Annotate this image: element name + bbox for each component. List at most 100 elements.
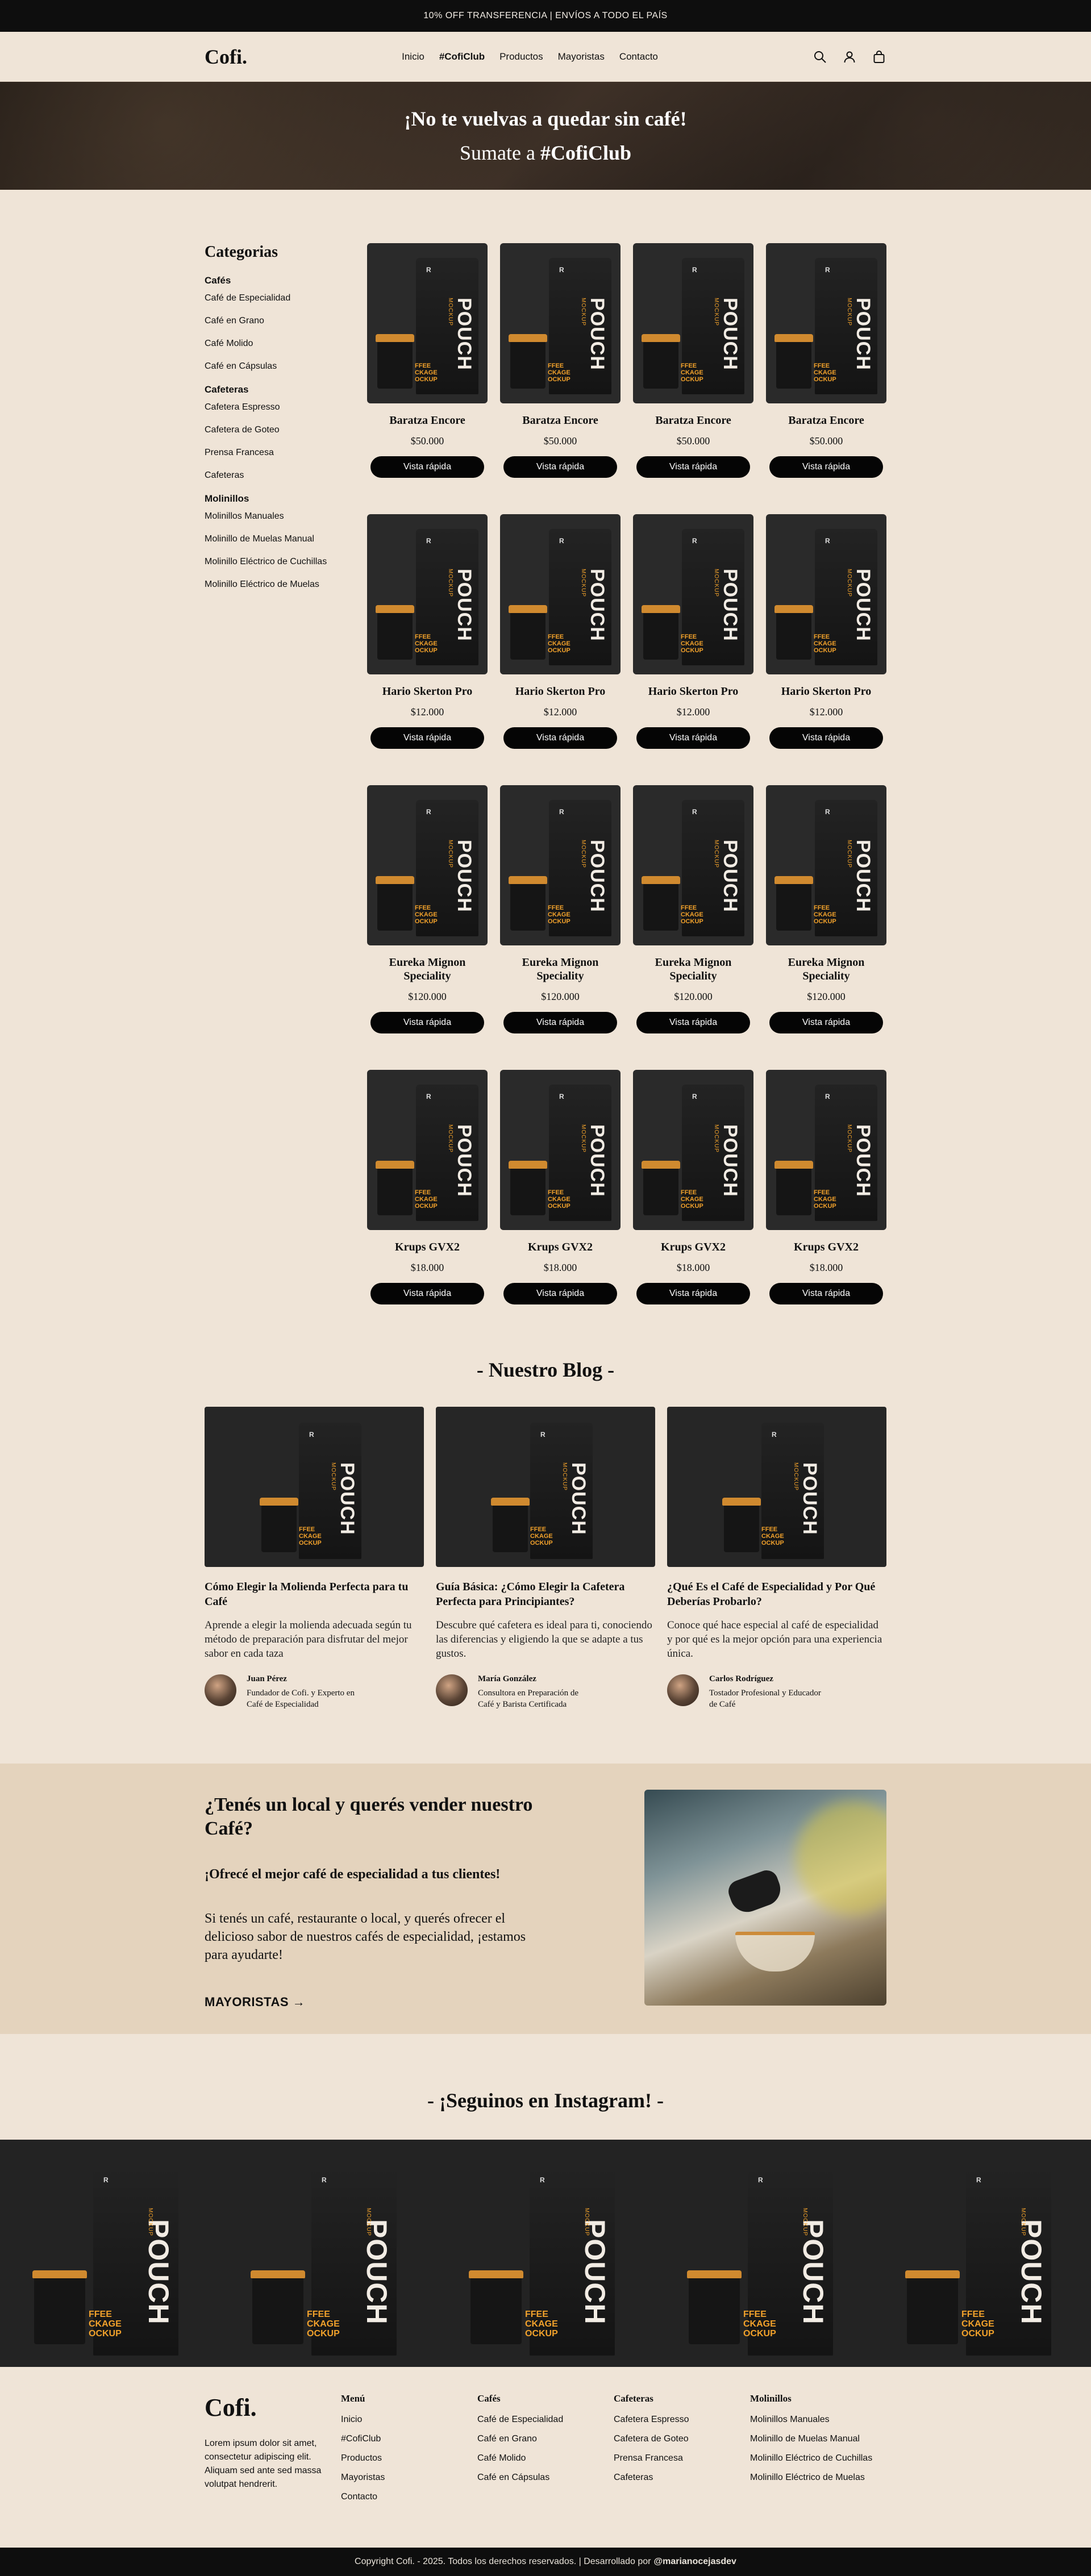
quick-view-button[interactable]: Vista rápida [503,727,617,749]
quick-view-button[interactable]: Vista rápida [370,727,484,749]
product-image[interactable]: R POUCH MOCKUP FFEE CKAGE OCKUP [500,514,621,674]
category-item[interactable]: Café de Especialidad [205,293,367,303]
product-name[interactable]: Krups GVX2 [661,1240,726,1254]
quick-view-button[interactable]: Vista rápida [636,727,750,749]
category-item[interactable]: Cafetera de Goteo [205,425,367,435]
search-icon[interactable] [813,49,827,64]
quick-view-button[interactable]: Vista rápida [636,1012,750,1033]
product-card[interactable]: R POUCH MOCKUP FFEE CKAGE OCKUP Eureka Migno… [633,785,753,1033]
quick-view-button[interactable]: Vista rápida [636,456,750,478]
footer-link[interactable]: Molinillo Eléctrico de Muelas [750,2473,886,2483]
product-name[interactable]: Krups GVX2 [395,1240,460,1254]
footer-link[interactable]: Molinillo Eléctrico de Cuchillas [750,2453,886,2464]
footer-link[interactable]: Cafetera de Goteo [614,2434,750,2444]
product-image[interactable]: R POUCH MOCKUP FFEE CKAGE OCKUP [766,514,886,674]
user-icon[interactable] [842,49,857,64]
category-item[interactable]: Cafeteras [205,470,367,481]
nav-item-inicio[interactable]: Inicio [402,51,424,62]
category-group-title[interactable]: Cafeteras [205,384,367,395]
brand-logo[interactable]: Cofi. [205,45,247,69]
product-name[interactable]: Hario Skerton Pro [648,685,739,698]
quick-view-button[interactable]: Vista rápida [503,1283,617,1304]
product-image[interactable]: R POUCH MOCKUP FFEE CKAGE OCKUP [766,785,886,945]
product-image[interactable]: R POUCH MOCKUP FFEE CKAGE OCKUP [633,785,753,945]
footer-link[interactable]: Café en Cápsulas [477,2473,614,2483]
product-name[interactable]: Eureka Mignon Speciality [367,956,488,983]
category-item[interactable]: Molinillo Eléctrico de Cuchillas [205,557,367,567]
blog-image[interactable]: R POUCH MOCKUP FFEE CKAGE OCKUP [205,1407,424,1567]
instagram-post[interactable]: R POUCH MOCKUP FFEE CKAGE OCKUP [218,2140,436,2367]
quick-view-button[interactable]: Vista rápida [370,1012,484,1033]
product-image[interactable]: R POUCH MOCKUP FFEE CKAGE OCKUP [500,1070,621,1230]
footer-link[interactable]: Productos [341,2453,477,2464]
blog-image[interactable]: R POUCH MOCKUP FFEE CKAGE OCKUP [436,1407,655,1567]
product-name[interactable]: Baratza Encore [655,414,731,427]
wholesale-link[interactable]: MAYORISTAS → [205,1995,305,2010]
product-image[interactable]: R POUCH MOCKUP FFEE CKAGE OCKUP [367,785,488,945]
quick-view-button[interactable]: Vista rápida [769,1012,883,1033]
product-card[interactable]: R POUCH MOCKUP FFEE CKAGE OCKUP Krups GVX2 $1… [633,1070,753,1304]
product-name[interactable]: Hario Skerton Pro [382,685,473,698]
product-card[interactable]: R POUCH MOCKUP FFEE CKAGE OCKUP Hario Skerto… [500,514,621,749]
instagram-post[interactable]: R POUCH MOCKUP FFEE CKAGE OCKUP [0,2140,218,2367]
nav-item-mayoristas[interactable]: Mayoristas [558,51,605,62]
product-image[interactable]: R POUCH MOCKUP FFEE CKAGE OCKUP [633,243,753,403]
quick-view-button[interactable]: Vista rápida [370,1283,484,1304]
nav-item-contacto[interactable]: Contacto [619,51,658,62]
product-card[interactable]: R POUCH MOCKUP FFEE CKAGE OCKUP Eureka Migno… [766,785,886,1033]
instagram-post[interactable]: R POUCH MOCKUP FFEE CKAGE OCKUP [873,2140,1091,2367]
blog-post-title[interactable]: Cómo Elegir la Molienda Perfecta para tu… [205,1579,424,1609]
blog-post-title[interactable]: ¿Qué Es el Café de Especialidad y Por Qu… [667,1579,886,1609]
product-name[interactable]: Eureka Mignon Speciality [500,956,621,983]
product-name[interactable]: Hario Skerton Pro [781,685,872,698]
quick-view-button[interactable]: Vista rápida [370,456,484,478]
footer-link[interactable]: #CofiClub [341,2434,477,2444]
product-name[interactable]: Krups GVX2 [528,1240,593,1254]
product-name[interactable]: Hario Skerton Pro [515,685,606,698]
footer-link[interactable]: Mayoristas [341,2473,477,2483]
product-card[interactable]: R POUCH MOCKUP FFEE CKAGE OCKUP Baratza Enco… [766,243,886,478]
blog-post-title[interactable]: Guía Básica: ¿Cómo Elegir la Cafetera Pe… [436,1579,655,1609]
product-card[interactable]: R POUCH MOCKUP FFEE CKAGE OCKUP Eureka Migno… [500,785,621,1033]
instagram-post[interactable]: R POUCH MOCKUP FFEE CKAGE OCKUP [655,2140,873,2367]
category-group-title[interactable]: Cafés [205,275,367,286]
blog-card[interactable]: R POUCH MOCKUP FFEE CKAGE OCKUP Cómo Elegir … [205,1407,424,1710]
product-card[interactable]: R POUCH MOCKUP FFEE CKAGE OCKUP Hario Skerto… [766,514,886,749]
footer-link[interactable]: Molinillos Manuales [750,2415,886,2425]
quick-view-button[interactable]: Vista rápida [769,1283,883,1304]
footer-link[interactable]: Cafetera Espresso [614,2415,750,2425]
category-item[interactable]: Prensa Francesa [205,448,367,458]
category-item[interactable]: Molinillo Eléctrico de Muelas [205,580,367,590]
category-item[interactable]: Café en Grano [205,316,367,326]
quick-view-button[interactable]: Vista rápida [503,1012,617,1033]
nav-item-cofi-club[interactable]: #CofiClub [439,51,485,62]
category-item[interactable]: Café en Cápsulas [205,361,367,372]
category-item[interactable]: Molinillo de Muelas Manual [205,534,367,544]
product-card[interactable]: R POUCH MOCKUP FFEE CKAGE OCKUP Krups GVX2 $1… [766,1070,886,1304]
product-image[interactable]: R POUCH MOCKUP FFEE CKAGE OCKUP [500,785,621,945]
bag-icon[interactable] [872,49,886,64]
category-group-title[interactable]: Molinillos [205,493,367,505]
footer-logo[interactable]: Cofi. [205,2393,341,2422]
product-name[interactable]: Baratza Encore [522,414,598,427]
developer-link[interactable]: @marianocejasdev [654,2557,736,2567]
quick-view-button[interactable]: Vista rápida [769,456,883,478]
blog-image[interactable]: R POUCH MOCKUP FFEE CKAGE OCKUP [667,1407,886,1567]
footer-link[interactable]: Molinillo de Muelas Manual [750,2434,886,2444]
category-item[interactable]: Molinillos Manuales [205,511,367,522]
product-name[interactable]: Baratza Encore [389,414,465,427]
product-image[interactable]: R POUCH MOCKUP FFEE CKAGE OCKUP [766,243,886,403]
instagram-post[interactable]: R POUCH MOCKUP FFEE CKAGE OCKUP [436,2140,655,2367]
product-image[interactable]: R POUCH MOCKUP FFEE CKAGE OCKUP [633,514,753,674]
quick-view-button[interactable]: Vista rápida [636,1283,750,1304]
product-image[interactable]: R POUCH MOCKUP FFEE CKAGE OCKUP [633,1070,753,1230]
footer-link[interactable]: Café Molido [477,2453,614,2464]
product-card[interactable]: R POUCH MOCKUP FFEE CKAGE OCKUP Hario Skerto… [367,514,488,749]
product-card[interactable]: R POUCH MOCKUP FFEE CKAGE OCKUP Krups GVX2 $1… [367,1070,488,1304]
product-image[interactable]: R POUCH MOCKUP FFEE CKAGE OCKUP [500,243,621,403]
footer-link[interactable]: Contacto [341,2492,477,2502]
product-image[interactable]: R POUCH MOCKUP FFEE CKAGE OCKUP [367,243,488,403]
product-card[interactable]: R POUCH MOCKUP FFEE CKAGE OCKUP Eureka Migno… [367,785,488,1033]
product-card[interactable]: R POUCH MOCKUP FFEE CKAGE OCKUP Baratza Enco… [633,243,753,478]
footer-link[interactable]: Inicio [341,2415,477,2425]
